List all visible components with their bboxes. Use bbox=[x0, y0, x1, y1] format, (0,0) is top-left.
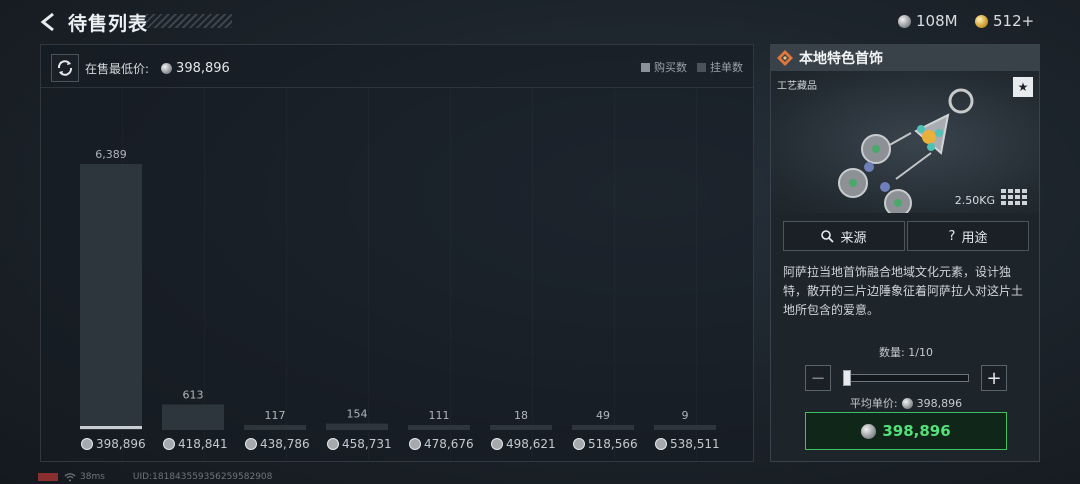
gold-currency[interactable]: 512+ bbox=[975, 11, 1034, 31]
lowest-price-text: 398,896 bbox=[176, 60, 230, 76]
chart-bar[interactable] bbox=[80, 164, 142, 430]
lowest-price-value: 398,896 bbox=[161, 61, 230, 76]
question-icon: ? bbox=[948, 228, 956, 244]
chart-bar[interactable] bbox=[654, 425, 716, 430]
search-icon bbox=[821, 229, 835, 243]
status-indicator bbox=[38, 473, 58, 481]
item-header: 本地特色首饰 bbox=[771, 45, 1039, 71]
back-arrow-icon[interactable] bbox=[38, 11, 60, 33]
item-detail-panel: 本地特色首饰 工艺藏品 ★ 2.50KG 来源 ? 用途 阿萨拉当地首饰融合地域… bbox=[770, 44, 1040, 462]
silver-coin-icon bbox=[245, 438, 257, 450]
item-action-row: 来源 ? 用途 bbox=[783, 221, 1031, 251]
chart-data-label: 613 bbox=[183, 388, 204, 401]
chart-bar[interactable] bbox=[408, 425, 470, 430]
refresh-button[interactable] bbox=[51, 54, 79, 82]
silver-coin-icon bbox=[573, 438, 585, 450]
legend-swatch bbox=[641, 62, 650, 72]
refresh-icon bbox=[57, 60, 73, 76]
quantity-stepper: − + bbox=[805, 365, 1007, 391]
average-price-row: 平均单价: 398,896 bbox=[771, 395, 1041, 411]
legend-label: 挂单数 bbox=[710, 61, 743, 74]
gold-coin-icon bbox=[975, 14, 988, 28]
chart-data-label: 154 bbox=[347, 408, 368, 421]
chart-tick-label: 398,896 bbox=[96, 437, 146, 451]
chart-bar[interactable] bbox=[572, 425, 634, 430]
status-bar: 38ms UID:1818435593562595829​08 bbox=[38, 470, 272, 484]
gold-amount: 512+ bbox=[993, 12, 1035, 30]
buy-price: 398,896 bbox=[882, 422, 951, 440]
chart-data-label: 9 bbox=[682, 409, 689, 422]
item-description: 阿萨拉当地首饰融合地域文化元素，设计独特，散开的三片边陲象征着阿萨拉人对这片土地… bbox=[783, 265, 1024, 317]
chart-canvas: 6,389 398,896 613 418,841 117 438,786 154 458,7… bbox=[80, 148, 720, 451]
item-image: 工艺藏品 ★ 2.50KG bbox=[771, 71, 1039, 213]
silver-coin-icon bbox=[898, 14, 911, 28]
chart-bar[interactable] bbox=[244, 425, 306, 430]
uid-text: UID:1818435593562595829​08 bbox=[132, 472, 273, 482]
source-button[interactable]: 来源 bbox=[783, 221, 905, 251]
silver-amount: 108M bbox=[916, 12, 958, 30]
silver-coin-icon bbox=[861, 423, 877, 439]
price-distribution-chart: 6,389 398,896 613 418,841 117 438,786 154 458,7… bbox=[41, 87, 753, 461]
title-decoration bbox=[146, 14, 232, 28]
item-name: 本地特色首饰 bbox=[799, 51, 883, 67]
silver-coin-icon bbox=[491, 438, 503, 450]
chart-data-label: 117 bbox=[265, 409, 286, 422]
chart-tick-label: 498,621 bbox=[506, 437, 556, 451]
listing-panel: 在售最低价: 398,896 购买数 挂单数 6,389 398,896 613 41… bbox=[40, 44, 754, 462]
chart-data-label: 6,389 bbox=[95, 148, 127, 161]
grid-size-icon bbox=[1001, 189, 1027, 205]
chart-data-label: 18 bbox=[514, 409, 528, 422]
chart-data-label: 111 bbox=[429, 409, 450, 422]
page-title: 待售列表 bbox=[68, 13, 149, 35]
silver-coin-icon bbox=[327, 438, 339, 450]
increase-button[interactable]: + bbox=[981, 365, 1007, 391]
ping-value: 38ms bbox=[80, 472, 105, 482]
quantity-slider[interactable] bbox=[843, 374, 969, 382]
average-price-value: 398,896 bbox=[916, 396, 963, 410]
quantity-label: 数量: 1/10 bbox=[879, 346, 933, 359]
chart-tick-label: 418,841 bbox=[178, 437, 228, 451]
chart-bar[interactable] bbox=[162, 404, 224, 430]
lowest-price-label: 在售最低价: bbox=[85, 61, 150, 76]
chart-data-label: 49 bbox=[596, 409, 610, 422]
legend-swatch bbox=[697, 62, 706, 72]
chart-bar[interactable] bbox=[326, 423, 388, 430]
chart-tick-label: 438,786 bbox=[260, 437, 310, 451]
silver-coin-icon bbox=[81, 438, 93, 450]
chart-legend: 购买数 挂单数 bbox=[631, 59, 743, 75]
necklace-illustration bbox=[838, 88, 974, 213]
lowest-price-row: 在售最低价: 398,896 bbox=[51, 53, 230, 83]
chart-bar-buy-fill bbox=[80, 426, 142, 429]
chart-bar[interactable] bbox=[490, 425, 552, 430]
usage-button[interactable]: ? 用途 bbox=[907, 221, 1029, 251]
buy-button[interactable]: 398,896 bbox=[805, 412, 1007, 450]
average-price-label: 平均单价: bbox=[849, 397, 898, 410]
silver-coin-icon bbox=[161, 62, 173, 74]
legend-label: 购买数 bbox=[654, 61, 687, 74]
legend-item-buy: 购买数 bbox=[641, 59, 687, 75]
chart-tick-label: 518,566 bbox=[588, 437, 638, 451]
item-weight: 2.50KG bbox=[954, 194, 995, 207]
chart-tick-label: 538,511 bbox=[670, 437, 720, 451]
top-bar: 待售列表 108M 512+ bbox=[0, 0, 1080, 42]
silver-coin-icon bbox=[163, 438, 175, 450]
quantity-slider-thumb[interactable] bbox=[843, 370, 851, 386]
silver-currency: 108M bbox=[898, 11, 958, 31]
wifi-icon bbox=[64, 472, 76, 481]
legend-item-listing: 挂单数 bbox=[697, 59, 743, 75]
usage-button-label: 用途 bbox=[961, 230, 988, 246]
silver-coin-icon bbox=[655, 438, 667, 450]
decrease-button[interactable]: − bbox=[805, 365, 831, 391]
silver-coin-icon bbox=[901, 397, 913, 409]
chart-tick-label: 478,676 bbox=[424, 437, 474, 451]
chart-tick-label: 458,731 bbox=[342, 437, 392, 451]
item-rarity-icon bbox=[777, 50, 793, 66]
source-button-label: 来源 bbox=[840, 230, 867, 246]
silver-coin-icon bbox=[409, 438, 421, 450]
